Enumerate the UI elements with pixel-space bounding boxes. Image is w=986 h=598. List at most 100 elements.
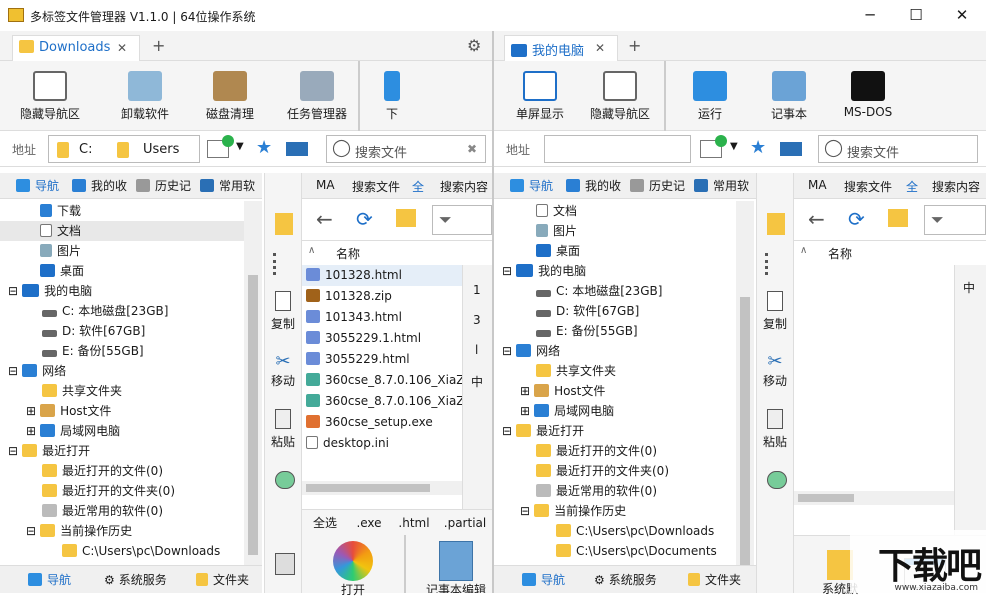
folder-history-icon[interactable]	[396, 209, 416, 227]
scroll-thumb[interactable]	[798, 494, 854, 502]
refresh-icon[interactable]: ⟳	[356, 207, 373, 231]
tree-item[interactable]: 共享文件夹	[42, 381, 122, 401]
tree-item[interactable]: C:\Users\pc\Downloads	[556, 521, 714, 541]
file-tab-search-files[interactable]: 搜索文件	[844, 178, 892, 195]
nav-tab-history[interactable]: 历史记	[630, 177, 686, 194]
column-header[interactable]: ∧ 名称	[794, 241, 954, 263]
new-item-icon[interactable]	[207, 135, 234, 158]
tree-scrollbar[interactable]	[244, 201, 262, 593]
refresh-icon[interactable]: ⟳	[848, 207, 865, 231]
tree-item[interactable]: 最近打开的文件夹(0)	[536, 461, 669, 481]
file-row[interactable]: desktop.ini	[306, 433, 389, 454]
scroll-thumb[interactable]	[248, 275, 258, 555]
tree-item[interactable]: ⊟ 我的电脑	[8, 281, 92, 301]
disk-cleanup-button[interactable]: 磁盘清理	[190, 61, 270, 131]
tab-close-icon[interactable]: ✕	[117, 41, 127, 55]
tree-item[interactable]: C:\Users\pc\Documents	[556, 541, 717, 561]
minimize-button[interactable]: ─	[847, 0, 893, 31]
tree-item[interactable]: ⊞ 局域网电脑	[26, 421, 120, 441]
nav-tab-guide[interactable]: 导航	[510, 177, 560, 194]
tree-item[interactable]: D: 软件[67GB]	[42, 321, 145, 341]
file-row[interactable]: 101343.html	[306, 307, 402, 328]
copy-button[interactable]: 复制	[265, 291, 301, 332]
clear-search-icon[interactable]: ✖	[467, 142, 477, 156]
run-button[interactable]: 运行	[670, 61, 750, 131]
crumb-drive[interactable]: C:	[79, 142, 92, 157]
hide-nav-button[interactable]: 隐藏导航区	[10, 61, 90, 131]
tree-item[interactable]: D: 软件[67GB]	[536, 301, 639, 321]
ms-dos-button[interactable]: MS-DOS	[828, 61, 908, 131]
close-button[interactable]: ✕	[939, 0, 985, 31]
tree-item[interactable]: 文档	[536, 201, 577, 221]
column-header[interactable]: ∧ 名称	[302, 241, 462, 263]
tree-item[interactable]: E: 备份[55GB]	[42, 341, 144, 361]
disk-icon[interactable]	[275, 471, 295, 489]
file-tab-ma[interactable]: MA	[316, 178, 335, 192]
nav-tab-favorites[interactable]: 我的收	[72, 177, 127, 194]
tab-my-computer[interactable]: 我的电脑 ✕	[504, 35, 618, 61]
tree-item[interactable]: ⊟ 我的电脑	[502, 261, 586, 281]
add-tab-button[interactable]: +	[628, 36, 641, 55]
file-tab-search-files[interactable]: 搜索文件	[352, 178, 400, 195]
bottom-tab-services[interactable]: ⚙ 系统服务	[594, 571, 666, 588]
tree-item[interactable]: E: 备份[55GB]	[536, 321, 638, 341]
gear-icon[interactable]: ⚙	[467, 36, 481, 55]
tree-item[interactable]: 共享文件夹	[536, 361, 616, 381]
tree-item[interactable]: 最近打开的文件夹(0)	[42, 481, 175, 501]
scroll-thumb[interactable]	[740, 297, 750, 573]
file-row[interactable]: 360cse_8.7.0.106_XiaZai	[306, 370, 462, 391]
file-tab-search-content[interactable]: 搜索内容	[440, 178, 488, 195]
tree-item[interactable]: 桌面	[40, 261, 84, 281]
move-button[interactable]: ✂ 移动	[757, 351, 793, 389]
list-icon[interactable]	[273, 253, 295, 275]
disk-icon[interactable]	[767, 471, 787, 489]
tree-item[interactable]: ⊟ 最近打开	[502, 421, 584, 441]
tree-item[interactable]: ⊞ Host文件	[520, 381, 605, 401]
tree-item[interactable]: C: 本地磁盘[23GB]	[42, 301, 168, 321]
tree-item[interactable]: C: 本地磁盘[23GB]	[536, 281, 662, 301]
index-item[interactable]: 中	[963, 279, 975, 296]
file-row[interactable]: 3055229.html	[306, 349, 410, 370]
folder-back-icon[interactable]	[767, 213, 785, 235]
filter-tab-all[interactable]: 全选	[302, 510, 348, 536]
search-input[interactable]: ◯ 搜索文件 ✖	[326, 135, 486, 163]
tree-scrollbar[interactable]	[736, 201, 754, 593]
tree-item[interactable]: 图片	[536, 221, 577, 241]
back-arrow-icon[interactable]: ←	[808, 207, 825, 231]
bottom-tab-guide[interactable]: 导航	[522, 571, 565, 588]
tree-item[interactable]: 最近打开的文件(0)	[536, 441, 657, 461]
filter-input[interactable]: ⏷	[924, 205, 986, 235]
file-row[interactable]: 3055229.1.html	[306, 328, 421, 349]
paste-button[interactable]: 粘贴	[757, 409, 793, 450]
notepad-button[interactable]: 记事本	[749, 61, 829, 131]
star-icon[interactable]: ★	[256, 137, 272, 158]
index-item[interactable]: l	[475, 343, 478, 357]
h-scrollbar[interactable]	[302, 481, 462, 495]
bottom-tab-folders[interactable]: 文件夹	[688, 571, 741, 588]
file-tab-search-content[interactable]: 搜索内容	[932, 178, 980, 195]
star-icon[interactable]: ★	[750, 137, 766, 158]
index-item[interactable]: 中	[471, 373, 483, 390]
tree-item[interactable]: 下载	[40, 201, 81, 221]
nav-tab-software[interactable]: 常用软	[694, 177, 752, 194]
single-screen-button[interactable]: 单屏显示	[500, 61, 580, 131]
file-row[interactable]: 101328.zip	[306, 286, 392, 307]
filter-tab-html[interactable]: .html	[392, 510, 436, 536]
tab-downloads[interactable]: Downloads ✕	[12, 35, 140, 61]
folder-back-icon[interactable]	[275, 213, 293, 235]
scroll-thumb[interactable]	[306, 484, 430, 492]
back-arrow-icon[interactable]: ←	[316, 207, 333, 231]
bottom-tab-guide[interactable]: 导航	[28, 571, 71, 588]
new-item-icon[interactable]	[700, 135, 727, 158]
file-tab-all[interactable]: 全	[412, 178, 424, 195]
copy-button[interactable]: 复制	[757, 291, 793, 332]
folder-history-icon[interactable]	[888, 209, 908, 227]
filter-tab-partial[interactable]: .partial	[438, 510, 492, 536]
tree-item[interactable]: 最近常用的软件(0)	[536, 481, 657, 501]
terminal-icon[interactable]	[780, 142, 802, 156]
bottom-tab-services[interactable]: ⚙ 系统服务	[104, 571, 170, 588]
task-manager-button[interactable]: 任务管理器	[277, 61, 357, 131]
tree-item[interactable]: ⊟ 网络	[8, 361, 66, 381]
uninstall-button[interactable]: 卸载软件	[105, 61, 185, 131]
nav-tab-software[interactable]: 常用软	[200, 177, 258, 194]
